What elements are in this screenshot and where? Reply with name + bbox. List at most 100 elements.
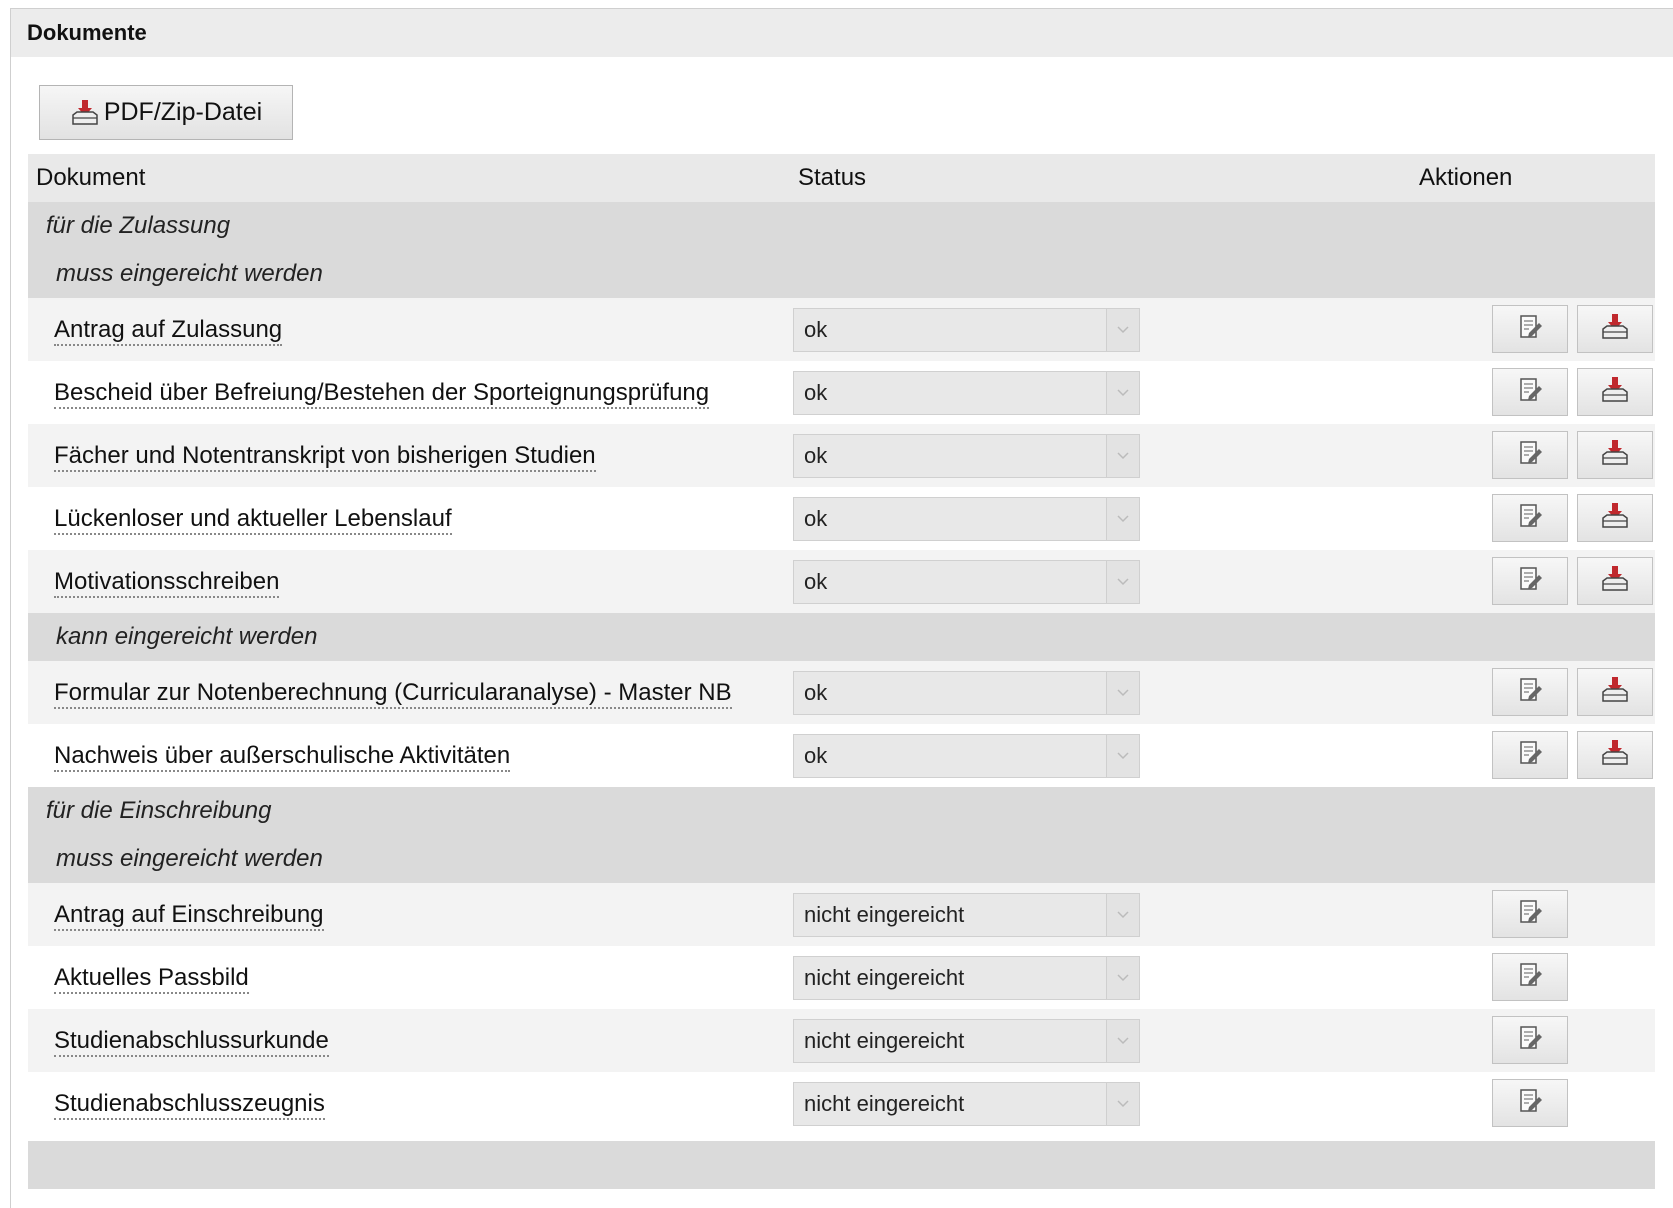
document-name[interactable]: Lückenloser und aktueller Lebenslauf: [54, 505, 452, 535]
status-value: ok: [804, 317, 828, 342]
status-select[interactable]: ok: [793, 671, 1140, 715]
edit-document-button[interactable]: [1492, 1016, 1568, 1064]
status-value: nicht eingereicht: [804, 965, 965, 990]
download-tray-icon: [1600, 738, 1630, 773]
table-row: Antrag auf Zulassung ok: [28, 298, 1655, 361]
subsection-title: muss eingereicht werden: [56, 845, 323, 872]
status-select[interactable]: nicht eingereicht: [793, 893, 1140, 937]
edit-document-icon: [1516, 1087, 1544, 1120]
table-row: Studienabschlusszeugnis nicht eingereicht: [28, 1072, 1655, 1135]
edit-document-button[interactable]: [1492, 557, 1568, 605]
pdf-zip-download-button[interactable]: PDF/Zip-Datei: [39, 85, 293, 140]
edit-document-button[interactable]: [1492, 431, 1568, 479]
chevron-down-icon: [1106, 672, 1139, 714]
download-document-button[interactable]: [1577, 494, 1653, 542]
chevron-down-icon: [1106, 435, 1139, 477]
table-header: Dokument Status Aktionen: [28, 154, 1655, 202]
edit-document-button[interactable]: [1492, 1079, 1568, 1127]
subsection-title: muss eingereicht werden: [56, 260, 323, 287]
download-tray-icon: [1600, 675, 1630, 710]
subsection-title: kann eingereicht werden: [56, 623, 318, 650]
column-header-actions: Aktionen: [1419, 164, 1513, 191]
document-name[interactable]: Studienabschlusszeugnis: [54, 1090, 325, 1120]
download-document-button[interactable]: [1577, 557, 1653, 605]
edit-document-icon: [1516, 961, 1544, 994]
subsection-header: muss eingereicht werden: [28, 250, 1655, 298]
subsection-header: kann eingereicht werden: [28, 613, 1655, 661]
table-body: für die Zulassung muss eingereicht werden…: [28, 202, 1655, 1135]
edit-document-button[interactable]: [1492, 305, 1568, 353]
download-tray-icon: [1600, 375, 1630, 410]
status-select[interactable]: ok: [793, 734, 1140, 778]
edit-document-icon: [1516, 376, 1544, 409]
status-select[interactable]: nicht eingereicht: [793, 956, 1140, 1000]
table-row: Antrag auf Einschreibung nicht eingereich…: [28, 883, 1655, 946]
download-document-button[interactable]: [1577, 731, 1653, 779]
status-select[interactable]: nicht eingereicht: [793, 1082, 1140, 1126]
chevron-down-icon: [1106, 309, 1139, 351]
section-title: für die Zulassung: [46, 212, 231, 239]
download-document-button[interactable]: [1577, 305, 1653, 353]
document-name[interactable]: Fächer und Notentranskript von bisherige…: [54, 442, 596, 472]
section-header: für die Zulassung: [28, 202, 1655, 250]
status-value: ok: [804, 569, 828, 594]
download-tray-icon: [1600, 312, 1630, 347]
edit-document-button[interactable]: [1492, 953, 1568, 1001]
status-select[interactable]: nicht eingereicht: [793, 1019, 1140, 1063]
document-name[interactable]: Nachweis über außerschulische Aktivitäte…: [54, 742, 511, 772]
documents-table: Dokument Status Aktionen für die Zulassu…: [28, 154, 1655, 1189]
edit-document-icon: [1516, 739, 1544, 772]
document-name[interactable]: Motivationsschreiben: [54, 568, 280, 598]
section-header: für die Einschreibung: [28, 787, 1655, 835]
table-row: Lückenloser und aktueller Lebenslauf ok: [28, 487, 1655, 550]
status-value: ok: [804, 380, 828, 405]
document-name[interactable]: Studienabschlussurkunde: [54, 1027, 329, 1057]
edit-document-button[interactable]: [1492, 368, 1568, 416]
column-header-document: Dokument: [36, 164, 146, 191]
document-name[interactable]: Antrag auf Einschreibung: [54, 901, 324, 931]
status-select[interactable]: ok: [793, 497, 1140, 541]
download-document-button[interactable]: [1577, 431, 1653, 479]
status-select[interactable]: ok: [793, 308, 1140, 352]
edit-document-icon: [1516, 439, 1544, 472]
edit-document-icon: [1516, 313, 1544, 346]
status-value: nicht eingereicht: [804, 1028, 965, 1053]
table-row: Aktuelles Passbild nicht eingereicht: [28, 946, 1655, 1009]
edit-document-icon: [1516, 898, 1544, 931]
edit-document-button[interactable]: [1492, 890, 1568, 938]
document-name[interactable]: Aktuelles Passbild: [54, 964, 249, 994]
edit-document-button[interactable]: [1492, 668, 1568, 716]
status-value: ok: [804, 506, 828, 531]
panel-title: Dokumente: [11, 9, 1673, 57]
pdf-zip-label: PDF/Zip-Datei: [103, 98, 263, 126]
edit-document-icon: [1516, 502, 1544, 535]
column-header-status: Status: [798, 164, 867, 191]
chevron-down-icon: [1106, 1083, 1139, 1125]
table-footer: [28, 1141, 1655, 1189]
download-document-button[interactable]: [1577, 668, 1653, 716]
status-value: ok: [804, 680, 828, 705]
edit-document-button[interactable]: [1492, 494, 1568, 542]
status-select[interactable]: ok: [793, 560, 1140, 604]
status-value: nicht eingereicht: [804, 1091, 965, 1116]
status-select[interactable]: ok: [793, 434, 1140, 478]
edit-document-icon: [1516, 676, 1544, 709]
chevron-down-icon: [1106, 498, 1139, 540]
download-tray-icon: [1600, 438, 1630, 473]
table-row: Nachweis über außerschulische Aktivitäte…: [28, 724, 1655, 787]
chevron-down-icon: [1106, 1020, 1139, 1062]
status-value: nicht eingereicht: [804, 902, 965, 927]
status-select[interactable]: ok: [793, 371, 1140, 415]
subsection-header: muss eingereicht werden: [28, 835, 1655, 883]
download-document-button[interactable]: [1577, 368, 1653, 416]
chevron-down-icon: [1106, 957, 1139, 999]
edit-document-icon: [1516, 1024, 1544, 1057]
edit-document-button[interactable]: [1492, 731, 1568, 779]
chevron-down-icon: [1106, 372, 1139, 414]
table-row: Fächer und Notentranskript von bisherige…: [28, 424, 1655, 487]
document-name[interactable]: Antrag auf Zulassung: [54, 316, 283, 346]
chevron-down-icon: [1106, 735, 1139, 777]
document-name[interactable]: Bescheid über Befreiung/Bestehen der Spo…: [54, 379, 710, 409]
download-tray-icon: [1600, 564, 1630, 599]
document-name[interactable]: Formular zur Notenberechnung (Curricular…: [54, 679, 732, 709]
